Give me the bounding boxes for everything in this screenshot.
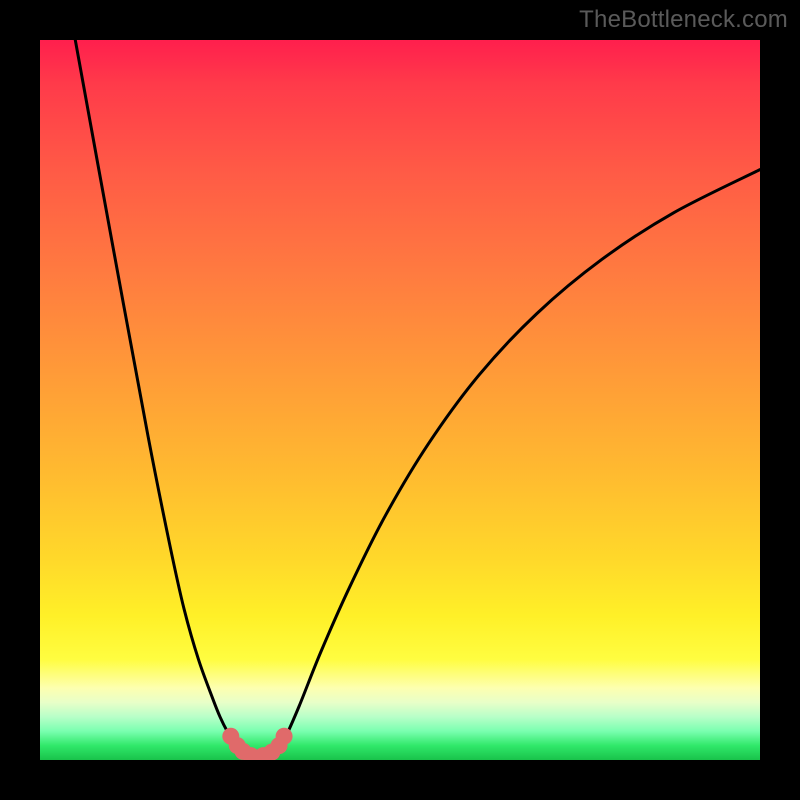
valley-markers — [222, 728, 292, 760]
watermark-text: TheBottleneck.com — [579, 6, 788, 34]
bottleneck-curve — [75, 40, 760, 758]
curve-path — [75, 40, 760, 758]
chart-frame: TheBottleneck.com — [0, 0, 800, 800]
chart-svg — [40, 40, 760, 760]
plot-area — [40, 40, 760, 760]
valley-marker — [276, 728, 293, 745]
